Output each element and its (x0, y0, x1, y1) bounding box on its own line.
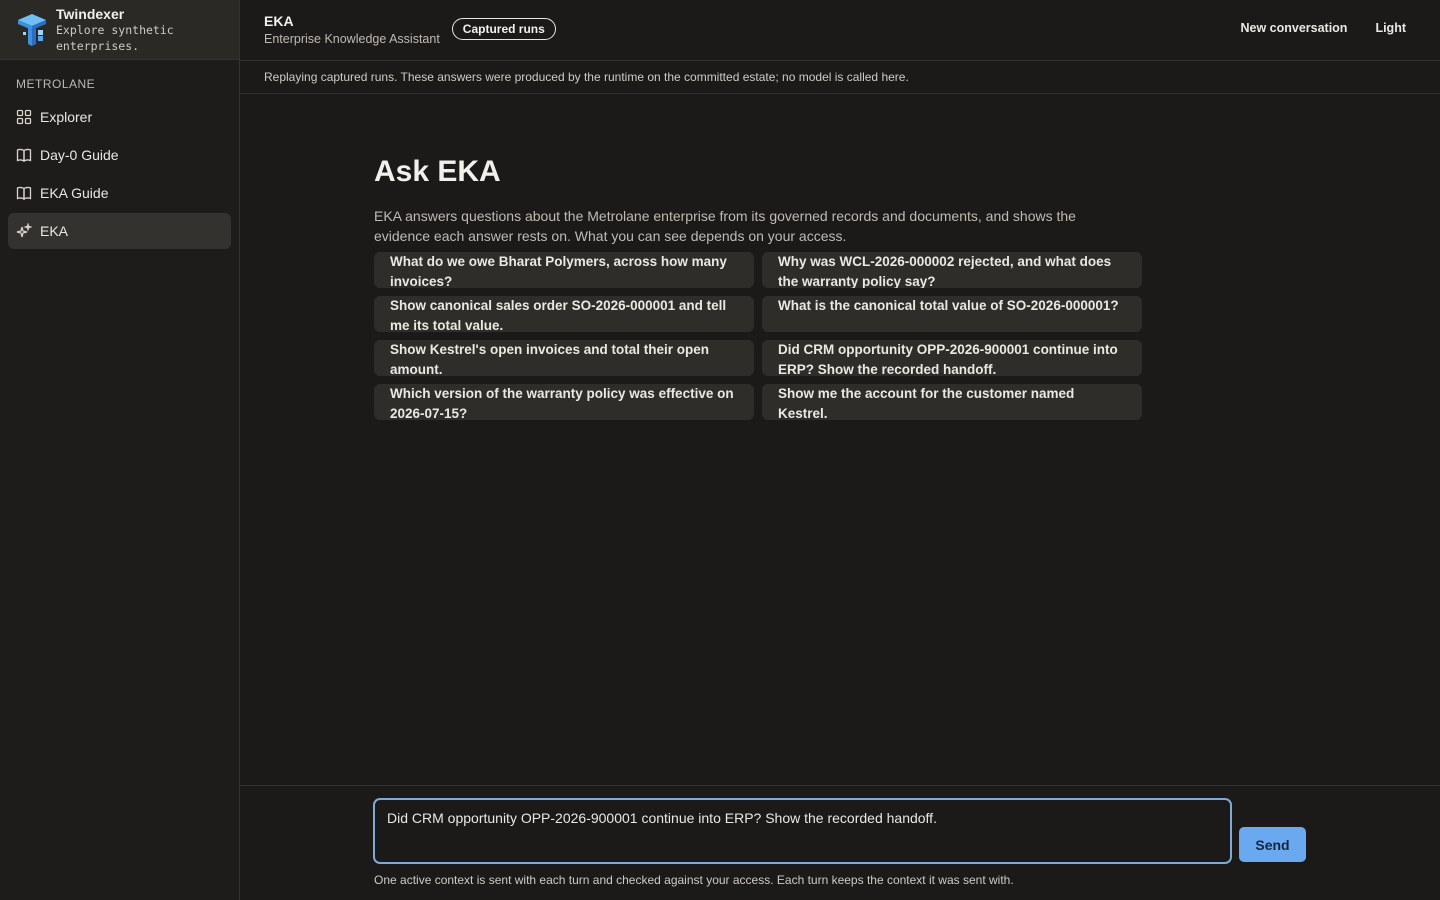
suggestion-chip[interactable]: Show canonical sales order SO-2026-00000… (374, 296, 754, 332)
page-title-eka: EKA (264, 13, 294, 29)
suggestion-chip[interactable]: What is the canonical total value of SO-… (762, 296, 1142, 332)
sparkle-icon (16, 222, 33, 239)
send-button[interactable]: Send (1239, 827, 1306, 862)
question-input[interactable]: Did CRM opportunity OPP-2026-900001 cont… (373, 798, 1232, 864)
suggestion-chip[interactable]: Show Kestrel's open invoices and total t… (374, 340, 754, 376)
composer: Did CRM opportunity OPP-2026-900001 cont… (240, 785, 1440, 900)
ask-panel: Ask EKA EKA answers questions about the … (374, 154, 1142, 420)
sidebar-item-label: Explorer (40, 109, 93, 125)
page-subtitle: Enterprise Knowledge Assistant (264, 32, 440, 46)
sidebar-item-eka[interactable]: EKA (8, 213, 231, 249)
sidebar: Twindexer Explore synthetic enterprises.… (0, 0, 240, 900)
brand-name: Twindexer (56, 6, 125, 22)
book-icon (16, 185, 32, 201)
suggestion-list: What do we owe Bharat Polymers, across h… (374, 252, 1142, 420)
composer-note: One active context is sent with each tur… (374, 873, 1014, 887)
suggestion-chip[interactable]: Did CRM opportunity OPP-2026-900001 cont… (762, 340, 1142, 376)
sidebar-item-label: EKA Guide (40, 185, 109, 201)
sidebar-item-eka-guide[interactable]: EKA Guide (8, 175, 231, 211)
book-icon (16, 147, 32, 163)
brand-tagline: Explore synthetic enterprises. (56, 23, 174, 53)
top-bar: EKA Enterprise Knowledge Assistant Captu… (240, 0, 1440, 61)
brand-header[interactable]: Twindexer Explore synthetic enterprises. (0, 0, 239, 60)
intro-text: EKA answers questions about the Metrolan… (374, 208, 1076, 244)
main-area: EKA Enterprise Knowledge Assistant Captu… (240, 0, 1440, 900)
suggestion-chip[interactable]: Which version of the warranty policy was… (374, 384, 754, 420)
sidebar-item-explorer[interactable]: Explorer (8, 99, 231, 135)
new-conversation-button[interactable]: New conversation (1240, 21, 1347, 35)
sidebar-item-day0-guide[interactable]: Day-0 Guide (8, 137, 231, 173)
twindexer-logo-icon (14, 12, 50, 48)
replay-notice: Replaying captured runs. These answers w… (240, 61, 1440, 94)
suggestion-chip[interactable]: Why was WCL-2026-000002 rejected, and wh… (762, 252, 1142, 288)
theme-toggle-button[interactable]: Light (1375, 21, 1406, 35)
sidebar-item-label: EKA (40, 223, 69, 239)
sidebar-nav: Explorer Day-0 Guide EKA Guide EKA (0, 99, 239, 249)
captured-runs-badge: Captured runs (451, 18, 556, 40)
suggestion-chip[interactable]: Show me the account for the customer nam… (762, 384, 1142, 420)
sidebar-section-label: METROLANE (16, 77, 96, 91)
ask-title: Ask EKA (374, 155, 501, 188)
sidebar-item-label: Day-0 Guide (40, 147, 119, 163)
grid-icon (16, 109, 32, 125)
suggestion-chip[interactable]: What do we owe Bharat Polymers, across h… (374, 252, 754, 288)
